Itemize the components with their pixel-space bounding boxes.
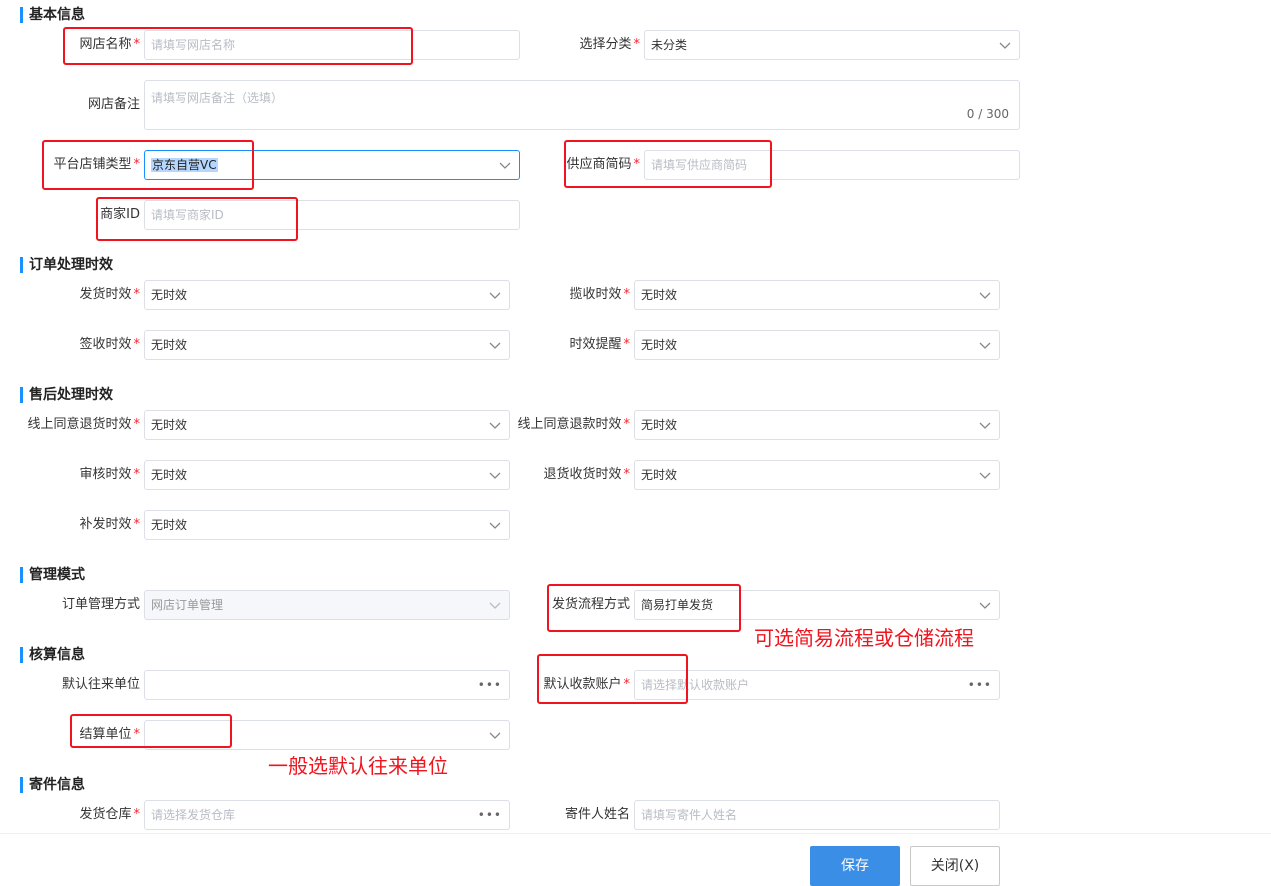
chevron-down-icon bbox=[979, 422, 991, 429]
annotation-box-merchant-id bbox=[96, 197, 298, 241]
refund-agree-select[interactable]: 无时效 bbox=[634, 410, 1000, 440]
category-value: 未分类 bbox=[651, 38, 688, 52]
more-dots-icon[interactable]: ••• bbox=[968, 671, 992, 699]
remark-label: 网店备注 bbox=[87, 97, 140, 112]
ship-time-label: 发货时效 * bbox=[79, 287, 140, 302]
ship-time-select[interactable]: 无时效 bbox=[144, 280, 510, 310]
audit-time-label: 审核时效 * bbox=[79, 467, 140, 482]
save-button[interactable]: 保存 bbox=[810, 846, 900, 886]
sender-name-input[interactable]: 请填写寄件人姓名 bbox=[634, 800, 1000, 830]
remark-counter: 0 / 300 bbox=[966, 107, 1009, 121]
refund-agree-label: 线上同意退款时效 * bbox=[517, 417, 630, 432]
pickup-time-select[interactable]: 无时效 bbox=[634, 280, 1000, 310]
section-title-basic: 基本信息 bbox=[20, 7, 85, 23]
return-receive-select[interactable]: 无时效 bbox=[634, 460, 1000, 490]
annotation-box-settle-unit bbox=[70, 714, 232, 748]
warehouse-picker[interactable]: 请选择发货仓库 ••• bbox=[144, 800, 510, 830]
warehouse-label: 发货仓库 * bbox=[79, 807, 140, 822]
sender-name-label: 寄件人姓名 bbox=[564, 807, 630, 822]
annotation-box-supplier-code bbox=[564, 140, 772, 188]
pickup-time-label: 揽收时效 * bbox=[569, 287, 630, 302]
annotation-flow-note: 可选简易流程或仓储流程 bbox=[754, 626, 974, 650]
chevron-down-icon bbox=[979, 342, 991, 349]
return-agree-label: 线上同意退货时效 * bbox=[27, 417, 140, 432]
return-receive-label: 退货收货时效 * bbox=[543, 467, 630, 482]
return-agree-select[interactable]: 无时效 bbox=[144, 410, 510, 440]
category-label: 选择分类 * bbox=[579, 37, 640, 52]
sign-time-label: 签收时效 * bbox=[79, 337, 140, 352]
section-title-mode: 管理模式 bbox=[20, 567, 85, 583]
chevron-down-icon bbox=[489, 732, 501, 739]
annotation-box-platform-type bbox=[42, 140, 254, 190]
category-select[interactable]: 未分类 bbox=[644, 30, 1020, 60]
order-mgmt-select: 网店订单管理 bbox=[144, 590, 510, 620]
chevron-down-icon bbox=[489, 522, 501, 529]
default-unit-label: 默认往来单位 bbox=[61, 677, 140, 692]
audit-time-select[interactable]: 无时效 bbox=[144, 460, 510, 490]
section-title-account: 核算信息 bbox=[20, 647, 85, 663]
sign-time-select[interactable]: 无时效 bbox=[144, 330, 510, 360]
default-unit-picker[interactable]: ••• bbox=[144, 670, 510, 700]
section-title-order: 订单处理时效 bbox=[20, 257, 113, 273]
reminder-label: 时效提醒 * bbox=[569, 337, 630, 352]
remark-textarea[interactable]: 请填写网店备注（选填） 0 / 300 bbox=[144, 80, 1020, 130]
reissue-time-select[interactable]: 无时效 bbox=[144, 510, 510, 540]
section-title-shipping: 寄件信息 bbox=[20, 777, 85, 793]
order-mgmt-label: 订单管理方式 bbox=[61, 597, 140, 612]
chevron-down-icon bbox=[999, 42, 1011, 49]
annotation-box-shop-name bbox=[63, 27, 413, 65]
chevron-down-icon bbox=[979, 472, 991, 479]
chevron-down-icon bbox=[979, 602, 991, 609]
reissue-time-label: 补发时效 * bbox=[79, 517, 140, 532]
annotation-box-default-account bbox=[537, 654, 688, 704]
close-button[interactable]: 关闭(X) bbox=[910, 846, 1000, 886]
annotation-settle-note: 一般选默认往来单位 bbox=[268, 754, 448, 778]
dialog-footer: 保存 关闭(X) bbox=[0, 833, 1271, 886]
chevron-down-icon bbox=[979, 292, 991, 299]
default-account-picker[interactable]: 请选择默认收款账户 ••• bbox=[634, 670, 1000, 700]
annotation-box-ship-flow bbox=[547, 584, 741, 632]
section-title-aftersale: 售后处理时效 bbox=[20, 387, 113, 403]
reminder-select[interactable]: 无时效 bbox=[634, 330, 1000, 360]
